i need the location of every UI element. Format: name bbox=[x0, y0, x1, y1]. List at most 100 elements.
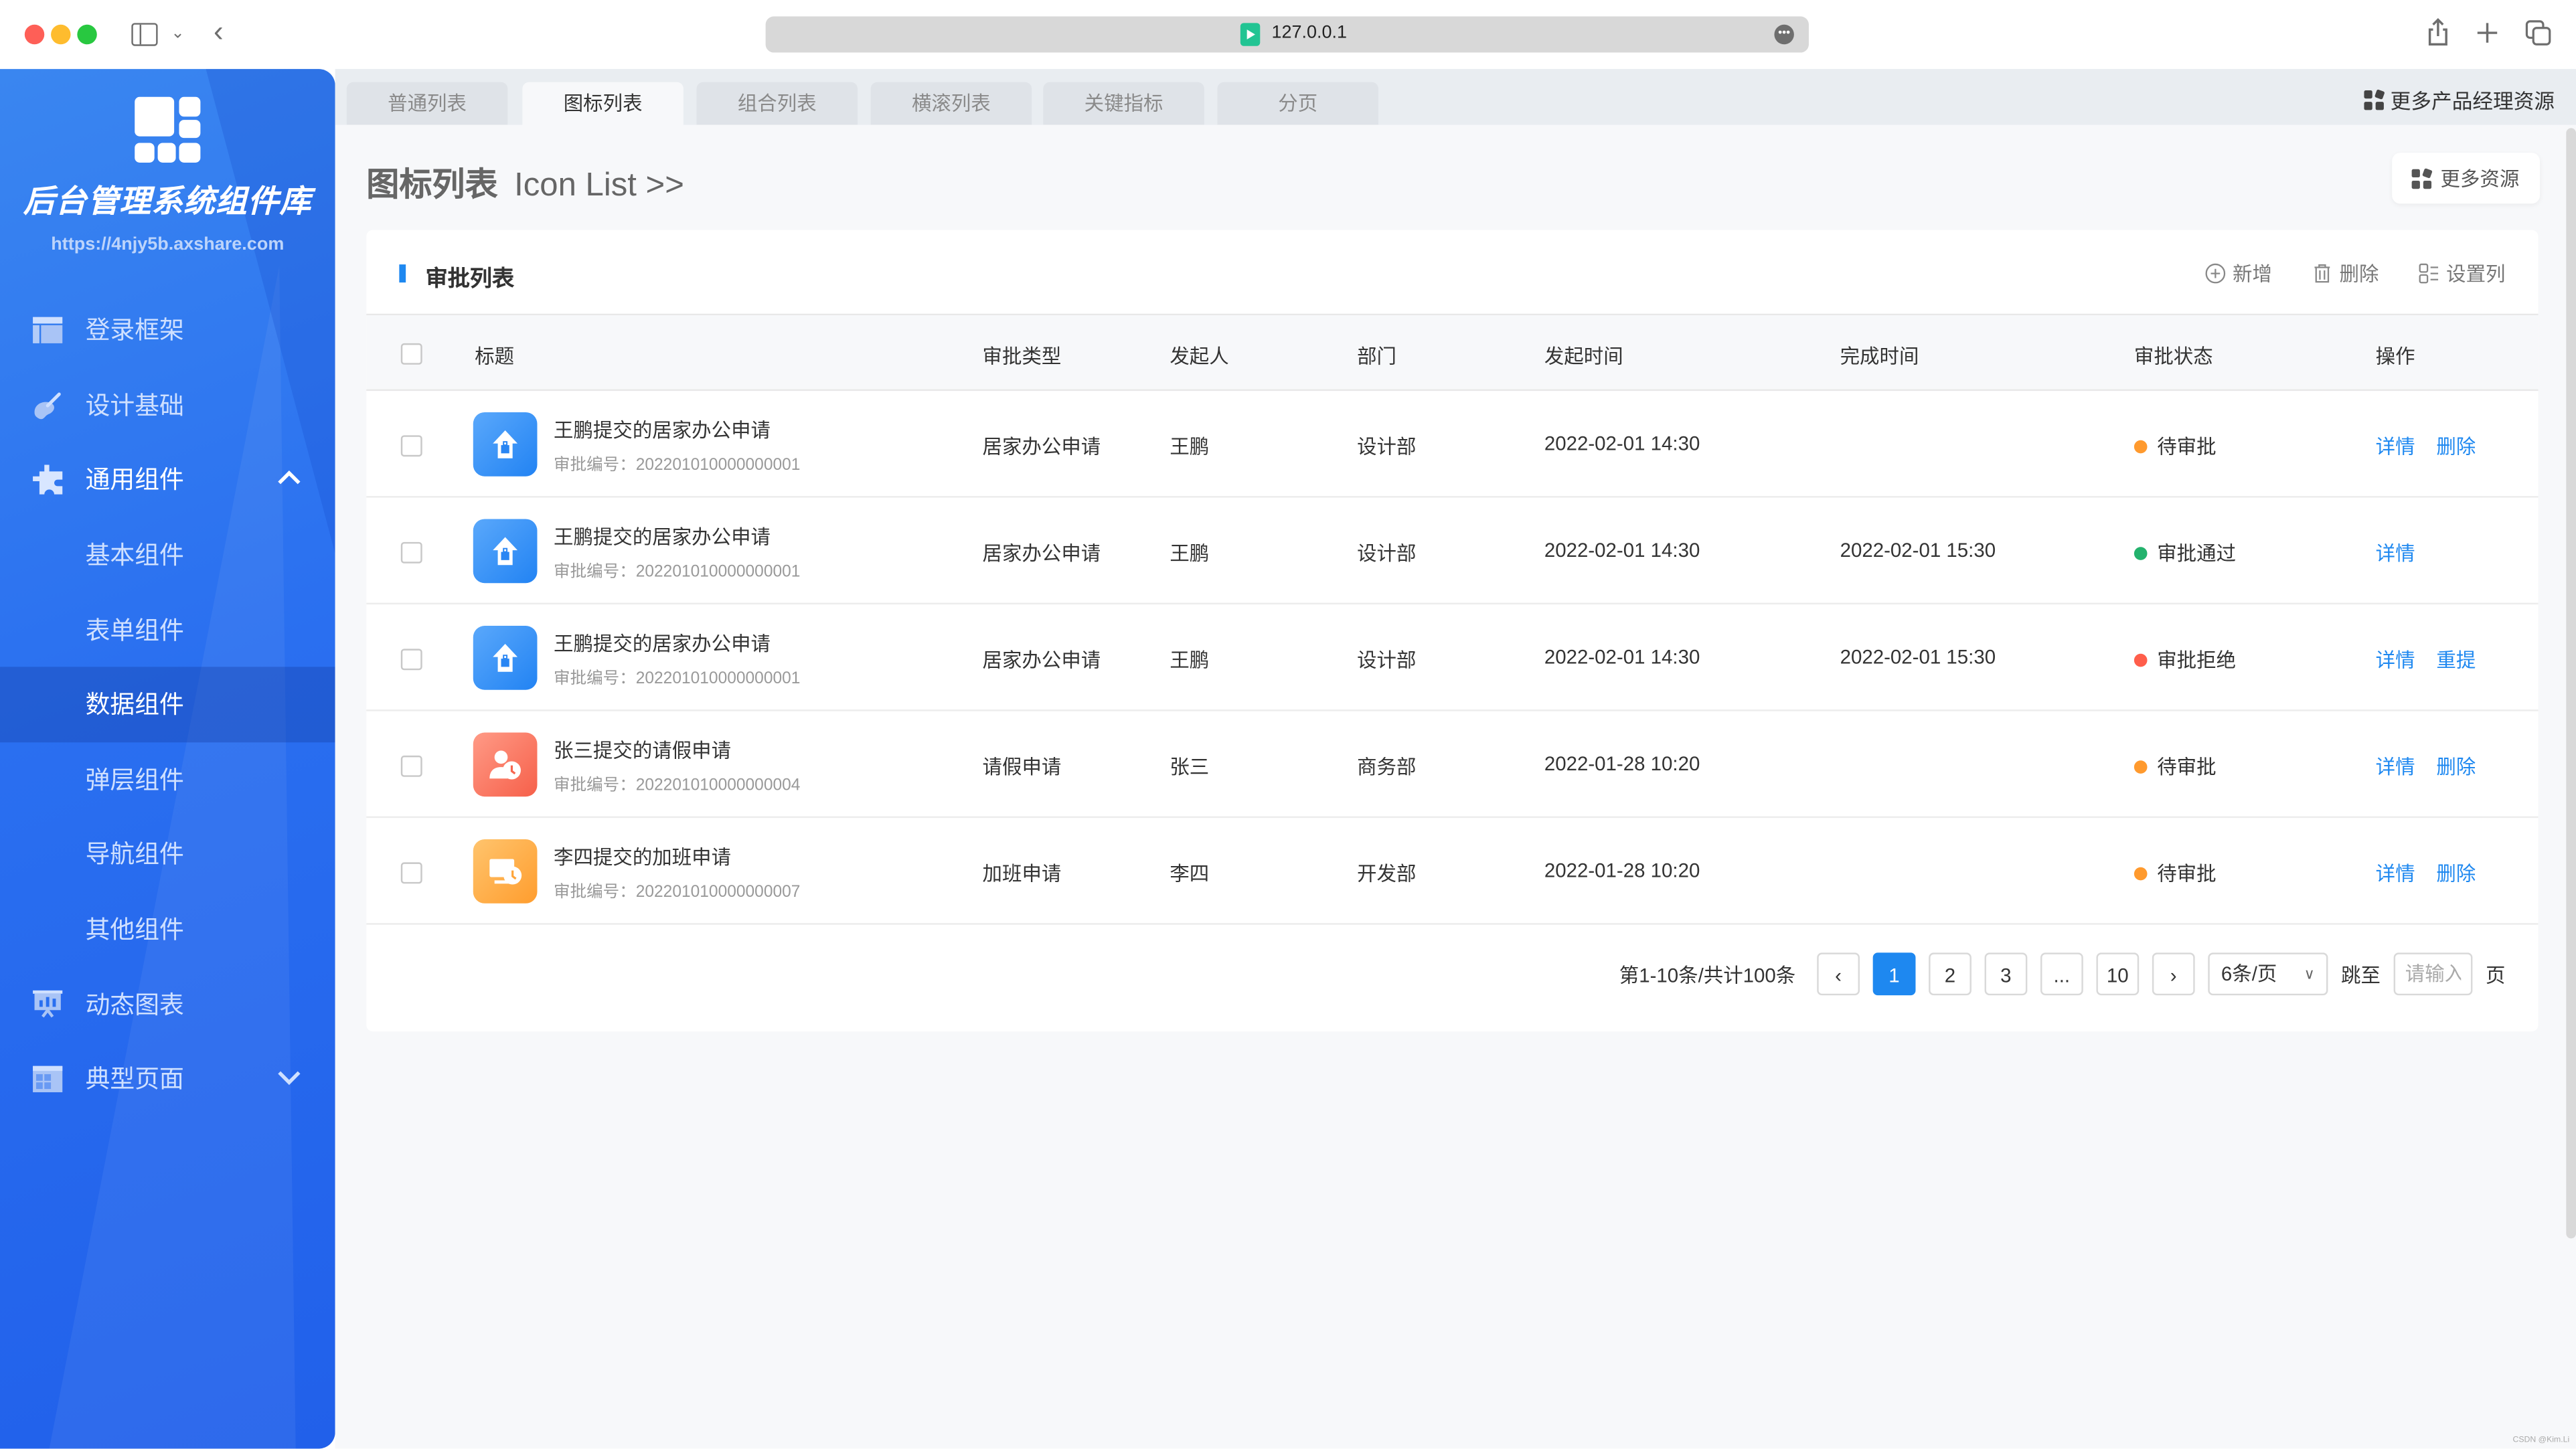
add-button[interactable]: 新增 bbox=[2204, 260, 2272, 288]
row-checkbox[interactable] bbox=[400, 541, 422, 564]
status-badge: 待审批 bbox=[2134, 752, 2217, 780]
delete-button[interactable]: 删除 bbox=[2312, 260, 2379, 288]
delete-link[interactable]: 删除 bbox=[2436, 432, 2476, 460]
row-title[interactable]: 王鹏提交的居家办公申请 bbox=[554, 416, 771, 444]
site-favicon-icon bbox=[1240, 23, 1261, 46]
apps-icon bbox=[2412, 167, 2433, 188]
sidebar-item-other-components[interactable]: 其他组件 bbox=[0, 891, 335, 966]
sidebar-item-form-components[interactable]: 表单组件 bbox=[0, 592, 335, 667]
sidebar-item-data-components[interactable]: 数据组件 bbox=[0, 667, 335, 742]
page-button-1[interactable]: 1 bbox=[1872, 952, 1916, 996]
column-header-actions: 操作 bbox=[2375, 345, 2415, 368]
more-pm-resources-link[interactable]: 更多产品经理资源 bbox=[2364, 84, 2555, 115]
approval-number: 审批编号：202201010000000004 bbox=[554, 776, 801, 795]
icon-list-link[interactable]: Icon List >> bbox=[514, 167, 684, 203]
status-dot-icon bbox=[2134, 867, 2148, 881]
sidebar-item-dynamic-charts[interactable]: 动态图表 bbox=[0, 966, 335, 1041]
home-office-icon bbox=[473, 626, 538, 690]
back-icon[interactable]: ‹ bbox=[214, 17, 224, 46]
address-bar[interactable]: 127.0.0.1 ••• bbox=[765, 16, 1809, 53]
detail-link[interactable]: 详情 bbox=[2376, 859, 2415, 887]
column-header-title: 标题 bbox=[475, 345, 515, 368]
detail-link[interactable]: 详情 bbox=[2376, 432, 2415, 460]
end-time: 2022-02-01 15:30 bbox=[1840, 645, 1996, 669]
palette-icon bbox=[34, 392, 61, 419]
screen: ⌄ ‹ 127.0.0.1 ••• 后台管理系统组件库 https://4njy… bbox=[0, 0, 2576, 1449]
card-title: 审批列表 bbox=[425, 266, 515, 291]
maximize-window-button[interactable] bbox=[77, 24, 97, 45]
detail-link[interactable]: 详情 bbox=[2376, 752, 2415, 780]
table-row: 张三提交的请假申请 审批编号：202201010000000004 请假申请 张… bbox=[366, 711, 2539, 819]
row-title[interactable]: 王鹏提交的居家办公申请 bbox=[554, 522, 771, 550]
approval-type: 居家办公申请 bbox=[982, 435, 1101, 458]
row-title[interactable]: 李四提交的加班申请 bbox=[554, 843, 731, 871]
department: 设计部 bbox=[1357, 649, 1417, 672]
row-checkbox[interactable] bbox=[400, 755, 422, 777]
prev-page-button[interactable]: ‹ bbox=[1817, 952, 1860, 996]
sidebar-item-navigation-components[interactable]: 导航组件 bbox=[0, 817, 335, 891]
detail-link[interactable]: 详情 bbox=[2376, 539, 2415, 567]
page-suffix-label: 页 bbox=[2486, 963, 2506, 987]
sidebar-item-basic-components[interactable]: 基本组件 bbox=[0, 517, 335, 592]
chevron-down-icon[interactable]: ⌄ bbox=[171, 23, 185, 46]
chevron-down-icon[interactable] bbox=[276, 1064, 302, 1090]
tab-key-metrics[interactable]: 关键指标 bbox=[1043, 82, 1204, 125]
minimize-window-button[interactable] bbox=[51, 24, 71, 45]
close-window-button[interactable] bbox=[24, 24, 45, 45]
title-accent-bar bbox=[399, 264, 406, 283]
sidebar-toggle-icon[interactable] bbox=[131, 23, 158, 46]
sidebar-item-login-frame[interactable]: 登录框架 bbox=[0, 292, 335, 367]
initiator: 王鹏 bbox=[1170, 435, 1210, 458]
page-ellipsis-button[interactable]: ... bbox=[2040, 952, 2083, 996]
tab-combined-list[interactable]: 组合列表 bbox=[696, 82, 858, 125]
row-title[interactable]: 张三提交的请假申请 bbox=[554, 736, 731, 764]
initiator: 王鹏 bbox=[1170, 649, 1210, 672]
row-checkbox[interactable] bbox=[400, 435, 422, 457]
site-url[interactable]: https://4njy5b.axshare.com bbox=[0, 235, 335, 254]
approval-type: 居家办公申请 bbox=[982, 541, 1101, 566]
row-title[interactable]: 王鹏提交的居家办公申请 bbox=[554, 629, 771, 657]
sidebar-item-design-basics[interactable]: 设计基础 bbox=[0, 367, 335, 442]
pagination: 第1-10条/共计100条 ‹ 1 2 3 ... 10 › 6条/页 ∨ 跳至 … bbox=[1619, 952, 2506, 996]
row-checkbox[interactable] bbox=[400, 862, 422, 884]
card-header: 审批列表 新增 删除 设置列 bbox=[366, 230, 2539, 316]
share-icon[interactable] bbox=[2427, 18, 2449, 48]
chevron-down-icon: ∨ bbox=[2304, 966, 2315, 983]
detail-link[interactable]: 详情 bbox=[2376, 645, 2415, 673]
start-time: 2022-02-01 14:30 bbox=[1544, 645, 1700, 669]
page-button-10[interactable]: 10 bbox=[2096, 952, 2140, 996]
plus-circle-icon bbox=[2205, 263, 2226, 284]
column-header-end-time: 完成时间 bbox=[1840, 345, 1919, 368]
start-time: 2022-02-01 14:30 bbox=[1544, 432, 1700, 455]
more-resources-button[interactable]: 更多资源 bbox=[2392, 153, 2541, 204]
next-page-button[interactable]: › bbox=[2152, 952, 2195, 996]
chevron-up-icon[interactable] bbox=[276, 465, 302, 491]
delete-link[interactable]: 删除 bbox=[2436, 752, 2476, 780]
column-header-type: 审批类型 bbox=[982, 345, 1062, 368]
page-button-2[interactable]: 2 bbox=[1929, 952, 1971, 996]
approval-number: 审批编号：202201010000000001 bbox=[554, 670, 801, 689]
select-all-checkbox[interactable] bbox=[400, 343, 422, 365]
resubmit-link[interactable]: 重提 bbox=[2436, 645, 2476, 673]
page-size-select[interactable]: 6条/页 ∨ bbox=[2208, 952, 2328, 996]
home-office-icon bbox=[473, 412, 538, 477]
tab-pagination[interactable]: 分页 bbox=[1217, 82, 1378, 125]
tabs-overview-icon[interactable] bbox=[2525, 19, 2551, 46]
sidebar-item-typical-pages[interactable]: 典型页面 bbox=[0, 1041, 335, 1116]
sidebar-item-common-components[interactable]: 通用组件 bbox=[0, 442, 335, 517]
sidebar-item-popup-components[interactable]: 弹层组件 bbox=[0, 742, 335, 817]
column-header-initiator: 发起人 bbox=[1170, 345, 1229, 368]
column-settings-button[interactable]: 设置列 bbox=[2418, 260, 2506, 288]
tab-icon-list[interactable]: 图标列表 bbox=[522, 82, 683, 125]
new-tab-icon[interactable] bbox=[2476, 21, 2498, 44]
jump-page-input[interactable] bbox=[2393, 952, 2473, 996]
row-checkbox[interactable] bbox=[400, 649, 422, 671]
approval-type: 居家办公申请 bbox=[982, 649, 1101, 672]
page-button-3[interactable]: 3 bbox=[1984, 952, 2028, 996]
apps-icon bbox=[2364, 88, 2385, 110]
more-icon[interactable]: ••• bbox=[1774, 24, 1794, 45]
page-scrollbar[interactable] bbox=[2566, 128, 2576, 1239]
tab-normal-list[interactable]: 普通列表 bbox=[346, 82, 508, 125]
delete-link[interactable]: 删除 bbox=[2436, 859, 2476, 887]
tab-horizontal-scroll-list[interactable]: 横滚列表 bbox=[870, 82, 1032, 125]
